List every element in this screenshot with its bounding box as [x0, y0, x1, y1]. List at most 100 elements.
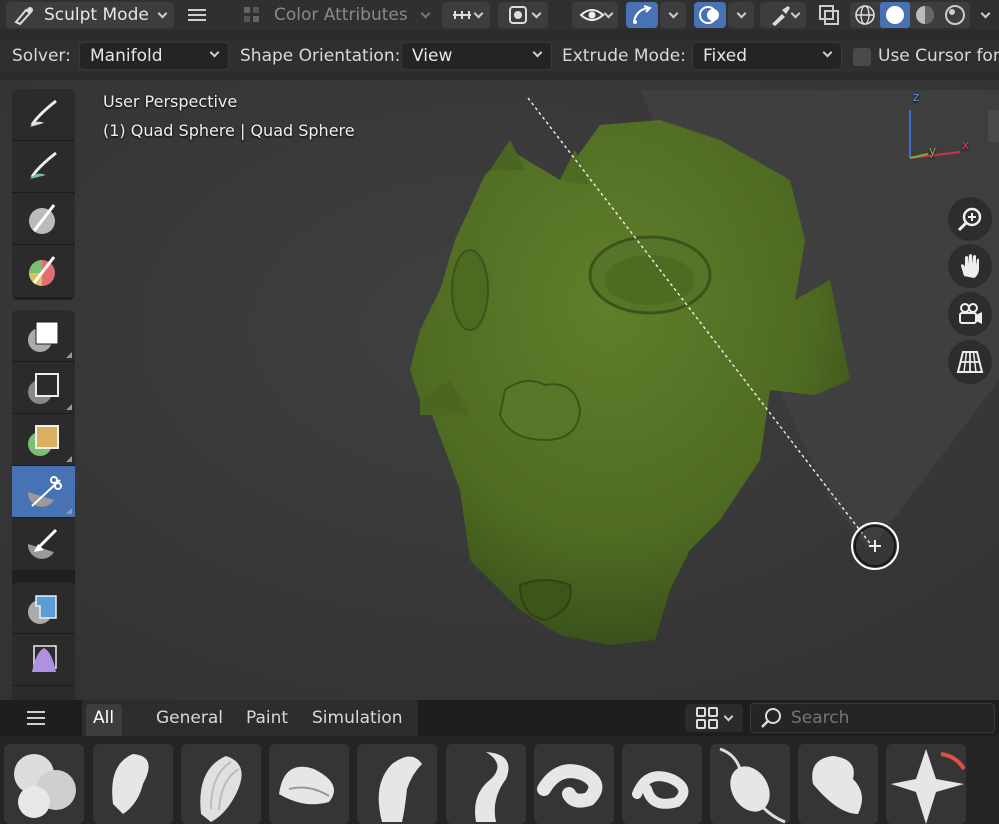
- tool-line-project[interactable]: [12, 518, 75, 570]
- mask-brush-icon: [29, 204, 56, 234]
- expand-corner-icon: [66, 508, 72, 514]
- brush-thumb-blob[interactable]: [4, 744, 84, 824]
- shelf-menu-button[interactable]: [26, 709, 48, 731]
- shading-modes: [850, 2, 970, 28]
- search-input[interactable]: [791, 708, 981, 728]
- hamburger-icon: [188, 9, 206, 21]
- draw-brush-icon: [378, 756, 422, 822]
- brush-thumb-flatten[interactable]: [798, 744, 878, 824]
- brush-thumb-snake-hook[interactable]: [534, 744, 614, 824]
- brush-thumb-clay[interactable]: [93, 744, 173, 824]
- mode-selector[interactable]: Sculpt Mode: [6, 2, 174, 28]
- chevron-down-icon: [209, 47, 220, 58]
- tool-paint-brush-2[interactable]: [12, 141, 75, 193]
- tool-mask-brush[interactable]: [12, 193, 75, 245]
- hand-icon: [961, 254, 979, 278]
- tool-box-trim[interactable]: [12, 466, 75, 518]
- toolbar-mask-tools: [12, 310, 75, 600]
- elastic-brush-icon: [719, 747, 786, 824]
- solid-sphere-icon: [886, 6, 904, 24]
- rendered-sphere-icon: [945, 5, 965, 25]
- chevron-down-icon: [822, 47, 833, 58]
- shading-dropdown[interactable]: [974, 2, 996, 28]
- solver-dropdown[interactable]: Manifold: [79, 42, 229, 70]
- extrude-mode-dropdown[interactable]: Fixed: [692, 42, 842, 70]
- wireframe-shading-button[interactable]: [850, 2, 880, 28]
- color-attributes-selector[interactable]: Color Attributes: [240, 2, 431, 28]
- display-options-button[interactable]: [685, 704, 743, 732]
- 3d-viewport[interactable]: z y x User Perspective (1) Quad Sphere |…: [0, 80, 999, 700]
- material-shading-button[interactable]: [910, 2, 940, 28]
- zoom-icon: [957, 207, 982, 232]
- tool-cloth-filter[interactable]: [12, 634, 75, 686]
- tool-settings-bar: Solver: Manifold Shape Orientation: View…: [0, 40, 999, 72]
- visibility-button[interactable]: [572, 2, 618, 28]
- expand-corner-icon: [66, 456, 72, 462]
- overlay-dropdown[interactable]: [728, 2, 754, 28]
- mask-button[interactable]: [760, 2, 806, 28]
- draw-sharp-brush-icon: [475, 752, 509, 822]
- menu-button[interactable]: [186, 2, 212, 28]
- tool-box-face-set[interactable]: [12, 414, 75, 466]
- tab-general[interactable]: General: [156, 708, 223, 728]
- use-cursor-checkbox[interactable]: [853, 48, 871, 66]
- xray-toggle[interactable]: [814, 2, 844, 28]
- tool-box-mask[interactable]: [12, 310, 75, 362]
- tool-box-hide[interactable]: [12, 362, 75, 414]
- mode-label: Sculpt Mode: [44, 5, 149, 25]
- gizmo-dropdown[interactable]: [660, 2, 686, 28]
- tab-all[interactable]: All: [93, 708, 114, 728]
- tool-paint-brush[interactable]: [12, 89, 75, 141]
- overlay-toggle[interactable]: [694, 2, 726, 28]
- snake-hook-alt-brush-icon: [632, 771, 689, 809]
- asset-shelf-header: All General Paint Simulation: [0, 700, 999, 736]
- tab-simulation[interactable]: Simulation: [312, 708, 403, 728]
- brush-thumb-snake-hook-2[interactable]: [622, 744, 702, 824]
- xray-icon: [819, 5, 839, 25]
- x-axis-label: x: [962, 138, 970, 152]
- brush-thumb-draw-sharp[interactable]: [446, 744, 526, 824]
- chevron-down-icon: [723, 711, 734, 721]
- camera-view-button[interactable]: [948, 292, 992, 336]
- z-axis-label: z: [913, 90, 920, 104]
- view-name: User Perspective: [103, 92, 238, 111]
- chevron-down-icon: [980, 8, 990, 18]
- extrude-mode-value: Fixed: [703, 46, 748, 66]
- expand-corner-icon: [66, 352, 72, 358]
- rendered-shading-button[interactable]: [940, 2, 970, 28]
- sidebar-toggle[interactable]: [988, 110, 999, 142]
- line-project-icon: [27, 528, 58, 559]
- box-hide-icon: [28, 373, 59, 404]
- mesh-filter-icon: [28, 595, 57, 624]
- brush-thumb-draw[interactable]: [357, 744, 437, 824]
- solid-shading-button[interactable]: [880, 2, 910, 28]
- pan-button[interactable]: [948, 244, 992, 288]
- expand-corner-icon: [66, 404, 72, 410]
- gizmo-toggle[interactable]: [626, 2, 658, 28]
- face-set-brush-icon: [29, 256, 56, 286]
- camera-icon: [959, 303, 982, 324]
- overlay-icon: [699, 6, 719, 24]
- zoom-button[interactable]: [948, 197, 992, 241]
- brush-thumb-clay-strips[interactable]: [181, 744, 261, 824]
- solver-label: Solver:: [12, 46, 71, 66]
- shape-orientation-label: Shape Orientation:: [240, 46, 401, 66]
- perspective-toggle-button[interactable]: [948, 340, 992, 384]
- use-cursor-label: Use Cursor for: [878, 46, 999, 66]
- brush-thumb-pinch[interactable]: [886, 744, 966, 824]
- chevron-down-icon: [420, 8, 431, 18]
- tool-color-filter[interactable]: [12, 686, 75, 700]
- brush-thumb-crease[interactable]: [269, 744, 349, 824]
- search-icon: [761, 708, 781, 728]
- symmetry-button[interactable]: [442, 2, 490, 28]
- search-box: [750, 703, 995, 733]
- object-info: (1) Quad Sphere | Quad Sphere: [103, 121, 355, 140]
- brush-thumb-elastic[interactable]: [710, 744, 790, 824]
- shape-orientation-dropdown[interactable]: View: [401, 42, 552, 70]
- flatten-brush-icon: [812, 756, 862, 814]
- tool-face-set-brush[interactable]: [12, 245, 75, 297]
- cloth-filter-icon: [32, 645, 57, 672]
- tab-paint[interactable]: Paint: [246, 708, 288, 728]
- dyntopo-button[interactable]: [498, 2, 548, 28]
- tool-mesh-filter[interactable]: [12, 582, 75, 634]
